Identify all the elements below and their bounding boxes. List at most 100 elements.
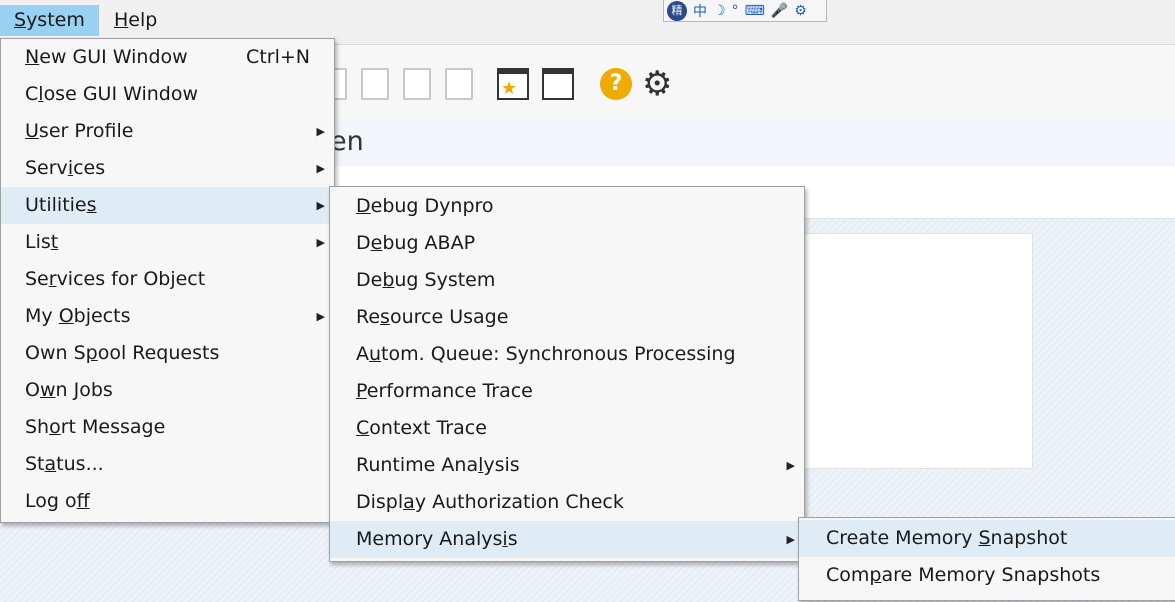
ime-mic-icon[interactable]: 🎤 bbox=[771, 3, 788, 19]
menu-system-post: ystem bbox=[26, 9, 85, 31]
menu-item-label-acc: t bbox=[50, 231, 59, 253]
menu-item-label-pre: Displ bbox=[356, 491, 404, 513]
menu-item-label-post: rt Message bbox=[60, 416, 166, 438]
menu-item-label-post: ool Requests bbox=[97, 342, 220, 364]
system-menu-item-services[interactable]: Services ▶ bbox=[1, 150, 334, 187]
menu-help-post: elp bbox=[128, 9, 158, 31]
system-menu-item-close-gui-window[interactable]: Close GUI Window bbox=[1, 76, 334, 113]
memory-menu-item-create-memory-snapshot[interactable]: Create Memory Snapshot bbox=[799, 520, 1175, 557]
submenu-arrow-icon: ▶ bbox=[316, 236, 325, 249]
document-icon[interactable] bbox=[333, 68, 347, 100]
content-panel bbox=[800, 233, 1033, 469]
menu-item-label-post: y Authorization Check bbox=[414, 491, 624, 513]
menu-item-label-acc: S bbox=[978, 527, 991, 549]
menu-item-label-post: ose GUI Window bbox=[43, 83, 199, 105]
ime-keyboard-icon[interactable]: ⌨ bbox=[745, 3, 765, 19]
menu-item-label-post: are Memory Snapshots bbox=[881, 564, 1101, 586]
menu-item-label-pre: Sh bbox=[25, 416, 50, 438]
menu-item-label-post: bug ABAP bbox=[382, 232, 476, 254]
submenu-arrow-icon: ▶ bbox=[316, 310, 325, 323]
utilities-menu-item-debug-abap[interactable]: Debug ABAP bbox=[330, 225, 804, 262]
menu-item-label-acc: O bbox=[58, 305, 74, 327]
menu-item-label-acc: w bbox=[39, 379, 56, 401]
menu-item-label-pre: A bbox=[356, 343, 369, 365]
create-favorite-icon[interactable]: ★ bbox=[497, 68, 529, 100]
shortcut-icon[interactable] bbox=[542, 68, 574, 100]
last-page-icon[interactable] bbox=[445, 68, 473, 100]
memory-menu-item-compare-memory-snapshots[interactable]: Compare Memory Snapshots bbox=[799, 557, 1175, 594]
ime-logo-icon[interactable]: 精 bbox=[667, 0, 687, 21]
system-menu-item-status[interactable]: Status... bbox=[1, 446, 334, 483]
next-page-icon[interactable] bbox=[403, 68, 431, 100]
menu-item-label-acc: r bbox=[48, 268, 57, 290]
menu-item-label-pre: Serv bbox=[25, 157, 68, 179]
menu-item-label-pre: Com bbox=[826, 564, 870, 586]
menu-item-label-acc: U bbox=[25, 120, 39, 142]
system-menu-item-utilities[interactable]: Utilities ▶ bbox=[1, 187, 334, 224]
system-menu-item-my-objects[interactable]: My Objects ▶ bbox=[1, 298, 334, 335]
menu-help-accel: H bbox=[114, 9, 129, 31]
menu-item-label-post: tus... bbox=[56, 453, 104, 475]
menu-item-label-post: ebug Dynpro bbox=[370, 195, 494, 217]
utilities-menu-item-autom-queue-synchronous-processing[interactable]: Autom. Queue: Synchronous Processing bbox=[330, 336, 804, 373]
ime-punctuation-icon[interactable]: ° bbox=[732, 3, 739, 19]
menu-system[interactable]: System bbox=[0, 5, 99, 36]
menu-item-label-acc: f bbox=[76, 490, 90, 512]
utilities-menu-item-memory-analysis[interactable]: Memory Analysis ▶ bbox=[330, 521, 804, 558]
menu-item-label-pre: De bbox=[356, 269, 383, 291]
utilities-menu-item-runtime-analysis[interactable]: Runtime Analysis ▶ bbox=[330, 447, 804, 484]
menu-item-label-pre: O bbox=[25, 379, 40, 401]
menu-item-label-post: ource Usage bbox=[389, 306, 509, 328]
star-icon: ★ bbox=[501, 78, 518, 99]
menu-item-label-pre: Memory Analys bbox=[356, 528, 503, 550]
first-page-icon[interactable] bbox=[361, 68, 389, 100]
menu-item-label-pre: St bbox=[25, 453, 45, 475]
ime-chinese-icon[interactable]: 中 bbox=[693, 1, 707, 21]
menu-item-label-acc: N bbox=[25, 46, 40, 68]
help-icon[interactable]: ? bbox=[600, 68, 632, 100]
menu-item-label-post: tom. Queue: Synchronous Processing bbox=[381, 343, 736, 365]
ime-moon-icon[interactable]: ☽ bbox=[713, 3, 726, 19]
system-menu-item-own-jobs[interactable]: Own Jobs bbox=[1, 372, 334, 409]
utilities-menu-item-performance-trace[interactable]: Performance Trace bbox=[330, 373, 804, 410]
shortcut-label: Ctrl+N bbox=[246, 46, 310, 68]
menu-item-label-acc: p bbox=[869, 564, 882, 586]
menu-item-label-acc: P bbox=[356, 380, 367, 402]
utilities-menu-item-debug-dynpro[interactable]: Debug Dynpro bbox=[330, 188, 804, 225]
menu-item-label-acc: e bbox=[370, 232, 383, 254]
system-menu-item-short-message[interactable]: Short Message bbox=[1, 409, 334, 446]
menu-item-label-pre: Lis bbox=[25, 231, 51, 253]
menu-item-label-post: ug System bbox=[394, 269, 496, 291]
menu-item-label-post: ontext Trace bbox=[369, 417, 487, 439]
ime-gear-icon[interactable]: ⚙ bbox=[794, 3, 807, 19]
utilities-menu-item-resource-usage[interactable]: Resource Usage bbox=[330, 299, 804, 336]
menu-item-label-pre: Runtime Ana bbox=[356, 454, 479, 476]
menu-item-label-post: vices for Object bbox=[56, 268, 206, 290]
menu-item-label-acc: p bbox=[85, 342, 98, 364]
system-menu-item-own-spool-requests[interactable]: Own Spool Requests bbox=[1, 335, 334, 372]
system-menu-item-new-gui-window[interactable]: New GUI Window Ctrl+N bbox=[1, 39, 334, 76]
menu-help[interactable]: Help bbox=[100, 5, 171, 36]
menu-item-label-post: napshot bbox=[990, 527, 1068, 549]
utilities-menu-item-display-authorization-check[interactable]: Display Authorization Check bbox=[330, 484, 804, 521]
submenu-arrow-icon: ▶ bbox=[316, 162, 325, 175]
utilities-menu-item-context-trace[interactable]: Context Trace bbox=[330, 410, 804, 447]
system-menu-item-log-off[interactable]: Log off bbox=[1, 483, 334, 520]
menu-item-label-pre: Se bbox=[25, 268, 49, 290]
submenu-arrow-icon: ▶ bbox=[316, 125, 325, 138]
system-menu-item-services-for-object[interactable]: Services for Object bbox=[1, 261, 334, 298]
ime-toolbar: 精 中 ☽ ° ⌨ 🎤 ⚙ bbox=[663, 0, 827, 22]
system-menu-item-user-profile[interactable]: User Profile ▶ bbox=[1, 113, 334, 150]
menu-item-label-post: ew GUI Window bbox=[39, 46, 188, 68]
menu-item-label-post: ces bbox=[73, 157, 106, 179]
utilities-menu-item-debug-system[interactable]: Debug System bbox=[330, 262, 804, 299]
menu-item-label-acc: D bbox=[356, 195, 371, 217]
menu-item-label-acc: C bbox=[356, 417, 370, 439]
menu-item-label-pre: Utilitie bbox=[25, 194, 87, 216]
system-menu-item-list[interactable]: List ▶ bbox=[1, 224, 334, 261]
menu-item-label-acc: a bbox=[44, 453, 57, 475]
menu-item-label-pre: D bbox=[356, 232, 371, 254]
settings-icon[interactable]: ⚙ bbox=[642, 64, 672, 104]
menu-item-label-pre: Log o bbox=[25, 490, 77, 512]
screen-title: en bbox=[330, 126, 364, 157]
